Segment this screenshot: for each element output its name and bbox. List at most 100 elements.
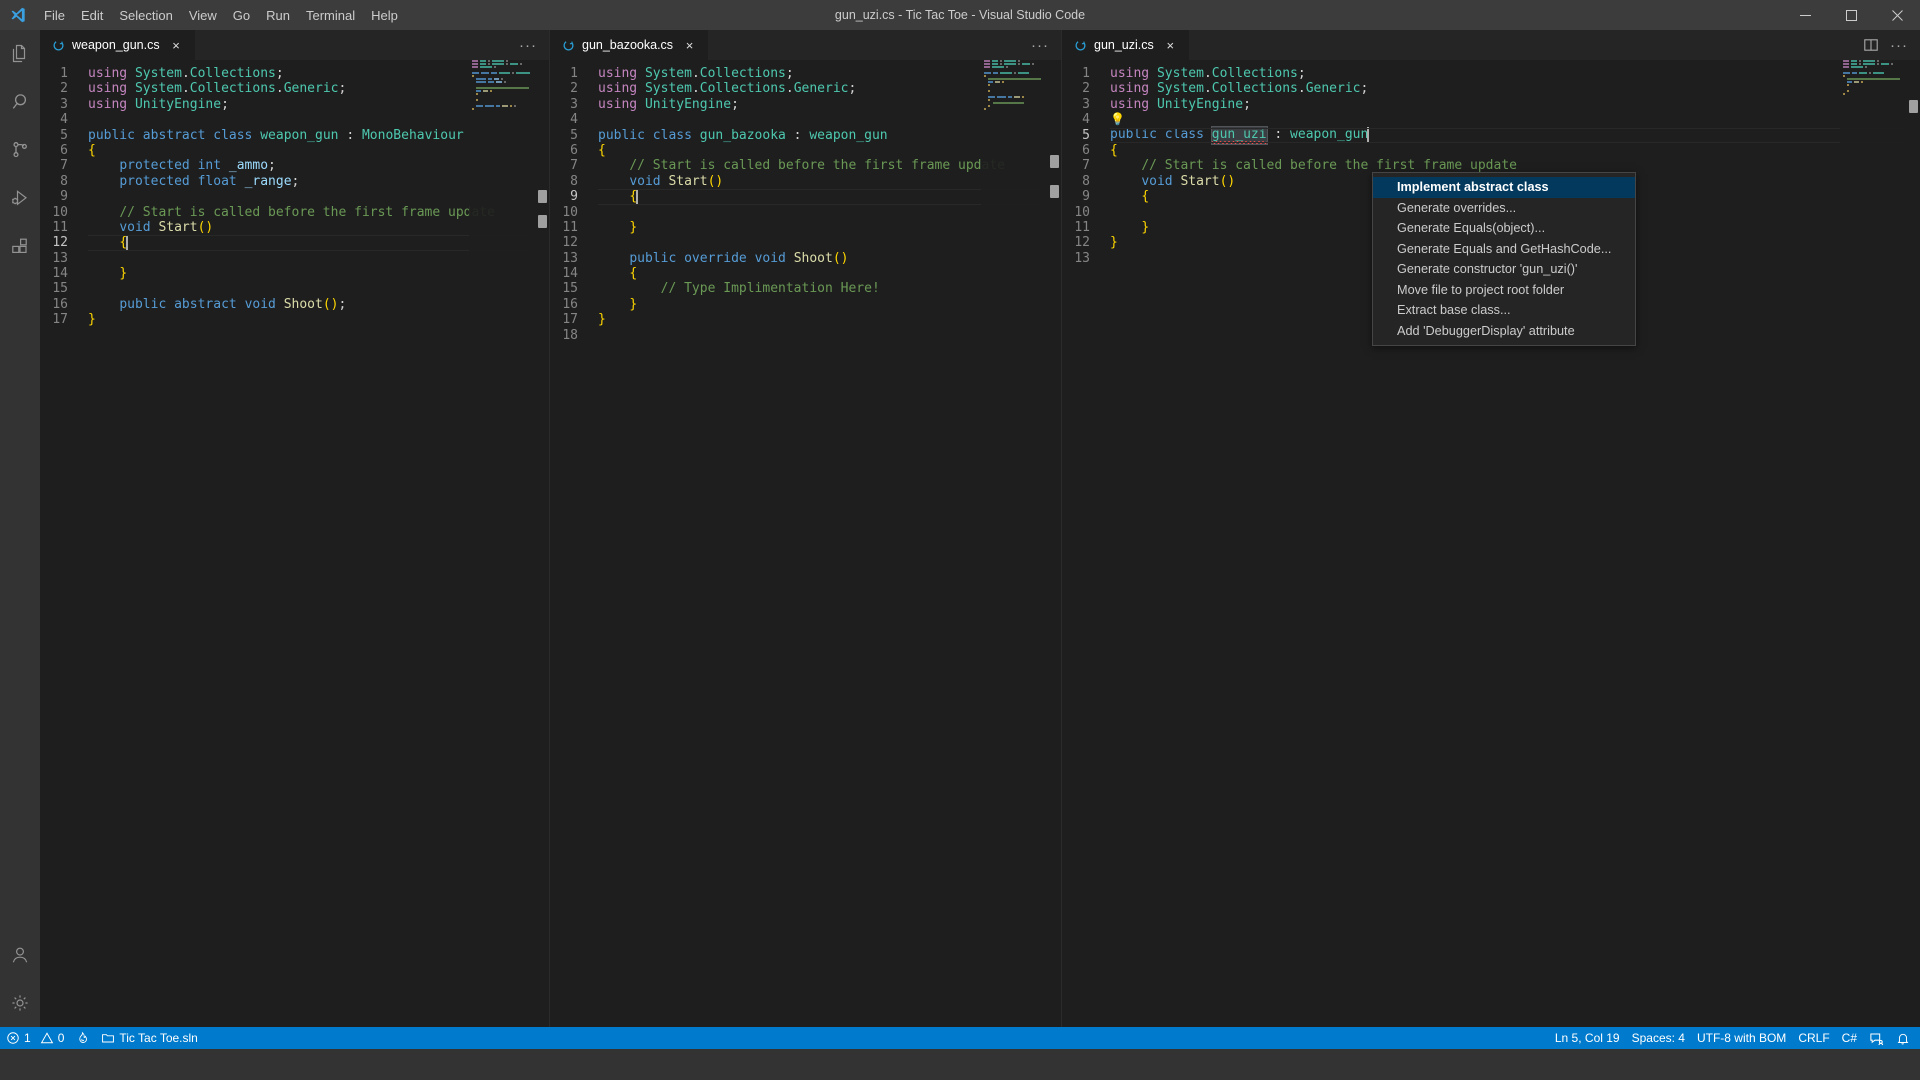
maximize-button[interactable]: [1828, 0, 1874, 30]
status-editor-eol[interactable]: CRLF: [1792, 1027, 1835, 1049]
menu-item-run[interactable]: Run: [258, 0, 298, 30]
line-number: 17: [52, 312, 68, 328]
code-token: Shoot: [283, 296, 323, 312]
code-token: {: [1110, 142, 1118, 158]
menu-item-generate-equals-and-gethashcode[interactable]: Generate Equals and GetHashCode...: [1373, 239, 1635, 260]
activity-bar: [0, 30, 40, 1027]
code-token: {: [629, 266, 638, 282]
tab-weapon_gun-cs[interactable]: weapon_gun.cs ×: [40, 30, 196, 60]
sidebar-item-run-debug[interactable]: [0, 174, 40, 222]
code-line[interactable]: 5 public class gun_uzi : weapon_gun: [1062, 125, 1920, 145]
tab-gun_bazooka-cs[interactable]: gun_bazooka.cs ×: [550, 30, 710, 60]
status-bell-icon[interactable]: [1890, 1027, 1916, 1049]
menu-item-view[interactable]: View: [181, 0, 225, 30]
accounts-icon[interactable]: [0, 931, 40, 979]
code-token: ;: [291, 173, 300, 189]
bottom-panel-strip: [0, 1049, 1920, 1080]
menu-item-go[interactable]: Go: [225, 0, 258, 30]
menu-item-generate-constructor-gun-uzi[interactable]: Generate constructor 'gun_uzi()': [1373, 259, 1635, 280]
menu-item-edit[interactable]: Edit: [73, 0, 111, 30]
close-icon[interactable]: ×: [1162, 37, 1179, 54]
sidebar-item-explorer[interactable]: [0, 30, 40, 78]
code-token: (): [832, 250, 849, 266]
status-editor-encoding[interactable]: UTF-8 with BOM: [1691, 1027, 1792, 1049]
code-token: System: [1156, 81, 1204, 97]
line-number: 1: [1082, 66, 1090, 81]
minimap[interactable]: [469, 60, 535, 1027]
status-flame-icon[interactable]: [70, 1027, 95, 1049]
minimap[interactable]: [981, 60, 1047, 1027]
code-line[interactable]: 4 💡: [1062, 112, 1920, 127]
minimap[interactable]: [1840, 60, 1906, 1027]
gear-icon[interactable]: [0, 979, 40, 1027]
editor-gun_bazooka-cs[interactable]: 1 using System.Collections; 2 using System.…: [550, 60, 1061, 1027]
status-editor-eol-label: CRLF: [1798, 1031, 1830, 1045]
menu-item-extract-base-class[interactable]: Extract base class...: [1373, 300, 1635, 321]
lightbulb-icon[interactable]: 💡: [1110, 112, 1125, 126]
more-actions-icon[interactable]: ···: [515, 32, 541, 58]
tab-gun_uzi-cs[interactable]: gun_uzi.cs ×: [1062, 30, 1190, 60]
status-feedback-icon[interactable]: [1863, 1027, 1890, 1049]
more-actions-glyph: ···: [1890, 36, 1908, 54]
menu-item-add-debuggerdisplay-attribute[interactable]: Add 'DebuggerDisplay' attribute: [1373, 321, 1635, 342]
sidebar-item-search[interactable]: [0, 78, 40, 126]
vertical-scrollbar[interactable]: [1047, 60, 1061, 1027]
menu-item-file[interactable]: File: [36, 0, 73, 30]
editor-weapon_gun-cs[interactable]: 1 using System.Collections; 2 using System.…: [40, 60, 549, 1027]
tab-bar-actions: ···: [515, 30, 549, 60]
more-actions-icon[interactable]: ···: [1027, 32, 1053, 58]
menu-item-help[interactable]: Help: [363, 0, 406, 30]
sidebar-item-extensions[interactable]: [0, 222, 40, 270]
code-line[interactable]: 1 using System.Collections;: [1062, 66, 1920, 81]
line-number: 2: [570, 81, 578, 97]
code-token: Collections: [699, 66, 786, 81]
menu-item-move-file-to-project-root-folder[interactable]: Move file to project root folder: [1373, 280, 1635, 301]
vertical-scrollbar[interactable]: [1906, 60, 1920, 1027]
close-icon[interactable]: ×: [681, 37, 698, 54]
code-token: void: [1141, 173, 1173, 189]
status-editor-position[interactable]: Ln 5, Col 19: [1549, 1027, 1626, 1049]
minimize-button[interactable]: [1782, 0, 1828, 30]
code-token: weapon_gun: [809, 127, 888, 143]
code-line[interactable]: 2 using System.Collections.Generic;: [1062, 81, 1920, 96]
menu-item-generate-equals-object[interactable]: Generate Equals(object)...: [1373, 218, 1635, 239]
menu-item-selection[interactable]: Selection: [111, 0, 180, 30]
code-token: public: [1110, 126, 1157, 142]
status-problems[interactable]: 1 0: [0, 1027, 70, 1049]
menu-item-generate-overrides[interactable]: Generate overrides...: [1373, 198, 1635, 219]
line-number: 12: [562, 235, 578, 251]
split-editor-icon[interactable]: [1858, 32, 1884, 58]
more-actions-icon[interactable]: ···: [1886, 32, 1912, 58]
code-action-menu[interactable]: Implement abstract class Generate overrid…: [1372, 172, 1637, 346]
menu-item-terminal[interactable]: Terminal: [298, 0, 363, 30]
close-button[interactable]: [1874, 0, 1920, 30]
selected-word: gun_uzi: [1210, 125, 1268, 145]
vertical-scrollbar[interactable]: [535, 60, 549, 1027]
status-editor-encoding-label: UTF-8 with BOM: [1696, 1031, 1787, 1045]
line-number: 4: [60, 112, 68, 128]
status-editor-indentation[interactable]: Spaces: 4: [1626, 1027, 1691, 1049]
code-line[interactable]: 3 using UnityEngine;: [1062, 97, 1920, 112]
menu-item-implement-abstract-class[interactable]: Implement abstract class: [1373, 177, 1636, 198]
status-solution[interactable]: Tic Tac Toe.sln: [95, 1027, 203, 1049]
code-token: ;: [268, 158, 276, 174]
code-line[interactable]: 6{: [1062, 143, 1920, 158]
line-number: 7: [60, 158, 68, 174]
code-token: ;: [785, 66, 794, 81]
line-number: 9: [570, 189, 578, 205]
code-token: :: [338, 127, 362, 143]
close-icon[interactable]: ×: [168, 37, 185, 54]
status-editor-language[interactable]: C#: [1836, 1027, 1863, 1049]
sidebar-item-source-control[interactable]: [0, 126, 40, 174]
